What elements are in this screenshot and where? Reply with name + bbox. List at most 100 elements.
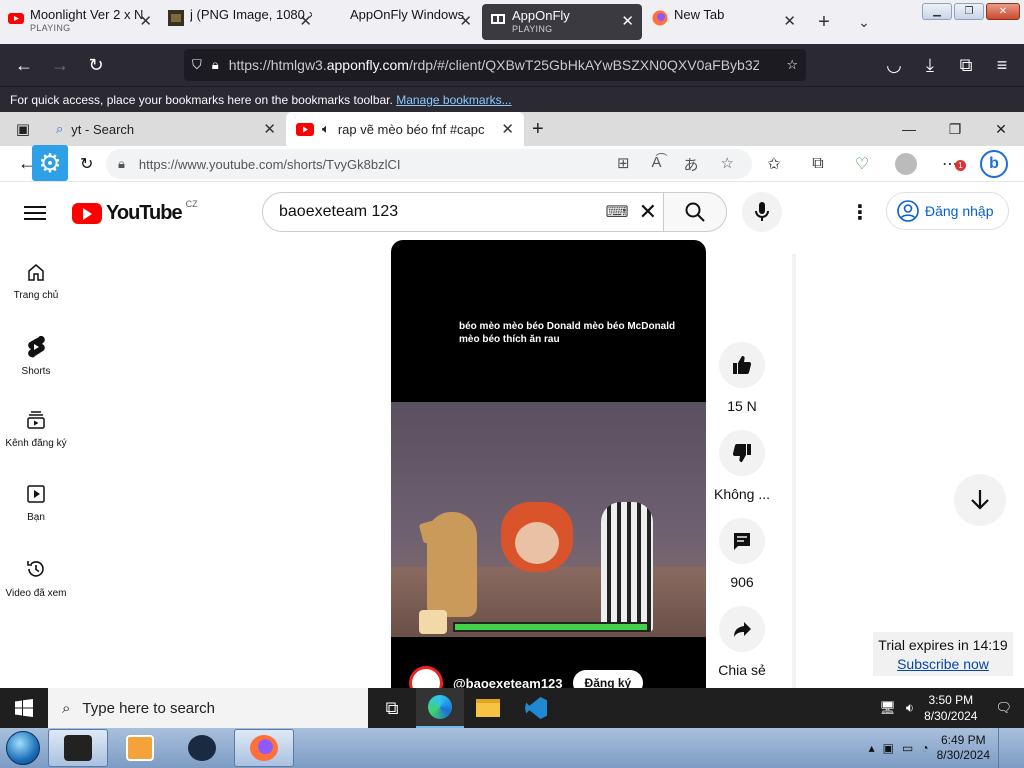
channel-name[interactable]: @baoexeteam123: [453, 676, 563, 689]
favorites-icon[interactable]: ✩: [752, 154, 796, 174]
edge-tab-youtube[interactable]: 🔈︎ rap vẽ mèo béo fnf #capcut ✕: [286, 112, 524, 146]
show-hidden-icons-icon[interactable]: ▴: [869, 741, 875, 755]
forward-button[interactable]: →: [42, 47, 78, 83]
maximize-button[interactable]: ❐: [954, 3, 984, 20]
more-options-icon[interactable]: ⋮: [850, 200, 870, 225]
clear-search-icon[interactable]: ✕: [639, 199, 657, 225]
collections-icon[interactable]: ⧉: [796, 155, 840, 173]
youtube-logo[interactable]: YouTube CZ: [72, 199, 198, 225]
system-clock[interactable]: 3:50 PM 8/30/2024: [924, 692, 977, 724]
network-icon[interactable]: ◔: [921, 741, 928, 755]
keyboard-icon[interactable]: ⌨: [605, 202, 628, 222]
taskbar-search-input[interactable]: ⌕ Type here to search: [48, 688, 368, 728]
sidebar-item-shorts[interactable]: Shorts: [0, 326, 72, 400]
tracking-protection-icon[interactable]: ⛉: [192, 57, 202, 73]
list-all-tabs-button[interactable]: ⌄: [844, 0, 884, 44]
extensions-icon[interactable]: ⧉: [948, 47, 984, 83]
manage-bookmarks-link[interactable]: Manage bookmarks...: [396, 93, 511, 107]
close-tab-icon[interactable]: ✕: [501, 120, 514, 138]
settings-more-icon[interactable]: ⋯ 1: [928, 154, 972, 174]
media-player-icon[interactable]: [110, 729, 170, 767]
display-icon[interactable]: ▭: [902, 741, 913, 755]
singer-figure: [601, 502, 653, 632]
close-window-button[interactable]: ✕: [986, 3, 1020, 20]
tray-app-icon[interactable]: ▣: [883, 741, 894, 755]
file-explorer-icon[interactable]: [464, 688, 512, 728]
firefox-taskbar-icon[interactable]: [234, 729, 294, 767]
tab-title: rap vẽ mèo béo fnf #capcut: [337, 121, 484, 137]
network-icon[interactable]: 🖥︎: [879, 700, 896, 716]
favorite-star-icon[interactable]: ☆: [721, 154, 734, 175]
profile-avatar[interactable]: [884, 153, 928, 175]
app-menu-icon[interactable]: ≡: [984, 47, 1020, 83]
volume-icon[interactable]: 🔉︎: [906, 700, 914, 716]
search-input[interactable]: baoexeteam 123 ⌨ ✕: [262, 192, 664, 232]
short-video-player[interactable]: béo mèo mèo béo Donald mèo béo McDonald …: [391, 240, 706, 688]
windows-start-button[interactable]: [0, 688, 48, 728]
close-tab-icon[interactable]: ✕: [621, 12, 634, 30]
sidebar-item-history[interactable]: Video đã xem: [0, 548, 72, 622]
channel-avatar[interactable]: [409, 666, 443, 688]
sidebar-item-home[interactable]: Trang chủ: [0, 252, 72, 326]
bookmark-star-icon[interactable]: ☆: [786, 57, 798, 73]
firefox-tab-apponfly-windows[interactable]: AppOnFly Windows ✕: [320, 0, 480, 44]
restore-button[interactable]: ❐: [932, 112, 978, 146]
voice-search-button[interactable]: [742, 192, 782, 232]
close-tab-icon[interactable]: ✕: [299, 12, 312, 30]
search-button[interactable]: [663, 192, 727, 232]
remote-settings-gear-icon[interactable]: ⚙: [32, 145, 68, 181]
close-window-button[interactable]: ✕: [978, 112, 1024, 146]
reload-button[interactable]: ↻: [78, 47, 114, 83]
edge-taskbar-icon[interactable]: [416, 688, 464, 728]
sidebar-item-you[interactable]: Bạn: [0, 474, 72, 548]
taskbar-app-1[interactable]: [48, 729, 108, 767]
firefox-tab-apponfly[interactable]: AppOnFly PLAYING ✕: [482, 4, 642, 40]
tab-title: AppOnFly Windows: [350, 7, 465, 22]
firefox-url-bar[interactable]: ⛉ 🔒︎ https://htmlgw3.apponfly.com/rdp/#/…: [184, 49, 806, 81]
task-view-icon[interactable]: ⧉: [368, 688, 416, 728]
comment-button[interactable]: [719, 518, 765, 564]
browser-essentials-icon[interactable]: ♡: [840, 154, 884, 174]
lock-icon[interactable]: 🔒︎: [118, 156, 125, 172]
firefox-tab-moonlight[interactable]: Moonlight Ver 2 x N PLAYING ✕: [0, 0, 160, 44]
lock-icon[interactable]: 🔒︎: [212, 57, 219, 73]
firefox-tab-newtab[interactable]: New Tab ✕: [644, 0, 804, 44]
copilot-icon[interactable]: b: [972, 150, 1016, 178]
edge-tab-search[interactable]: ⌕ yt - Search ✕: [46, 112, 286, 146]
share-button[interactable]: [719, 606, 765, 652]
new-tab-button[interactable]: +: [524, 112, 552, 146]
close-tab-icon[interactable]: ✕: [459, 12, 472, 30]
reload-button[interactable]: ↻: [80, 154, 93, 174]
sidebar: Trang chủ Shorts Kênh đăng ký Bạn Video …: [0, 252, 72, 622]
vscode-icon[interactable]: [512, 688, 560, 728]
app-available-icon[interactable]: ⊞: [617, 154, 630, 175]
close-tab-icon[interactable]: ✕: [139, 12, 152, 30]
taskbar-app-3[interactable]: [172, 729, 232, 767]
dislike-button[interactable]: [719, 430, 765, 476]
windows-orb-button[interactable]: [0, 728, 46, 768]
back-button[interactable]: ←: [6, 47, 42, 83]
close-tab-icon[interactable]: ✕: [783, 12, 796, 30]
notifications-icon[interactable]: 🗨︎: [995, 700, 1012, 716]
sign-in-button[interactable]: Đăng nhập: [886, 192, 1009, 230]
like-button[interactable]: [719, 342, 765, 388]
pocket-icon[interactable]: ◡: [876, 47, 912, 83]
edge-url-bar[interactable]: 🔒︎ https://www.youtube.com/shorts/TvyGk8…: [106, 149, 752, 179]
show-desktop-button[interactable]: [998, 728, 1010, 768]
downloads-icon[interactable]: ⤓: [912, 47, 948, 83]
subscribe-now-link[interactable]: Subscribe now: [897, 656, 989, 672]
hamburger-menu-icon[interactable]: [24, 202, 46, 224]
audio-playing-icon[interactable]: 🔈︎: [322, 121, 330, 137]
minimize-button[interactable]: —: [886, 112, 932, 146]
system-clock[interactable]: 6:49 PM 8/30/2024: [937, 733, 990, 763]
read-aloud-icon[interactable]: A͡: [652, 154, 662, 175]
new-tab-button[interactable]: +: [804, 0, 844, 44]
translate-icon[interactable]: あ: [684, 154, 699, 175]
minimize-button[interactable]: ▁: [922, 3, 952, 20]
close-tab-icon[interactable]: ✕: [263, 120, 276, 138]
firefox-tab-image[interactable]: j (PNG Image, 1080 × ✕: [160, 0, 320, 44]
next-video-button[interactable]: [954, 474, 1006, 526]
sidebar-item-subscriptions[interactable]: Kênh đăng ký: [0, 400, 72, 474]
tab-actions-icon[interactable]: ▣: [0, 112, 46, 146]
subscribe-button[interactable]: Đăng ký: [572, 670, 644, 688]
